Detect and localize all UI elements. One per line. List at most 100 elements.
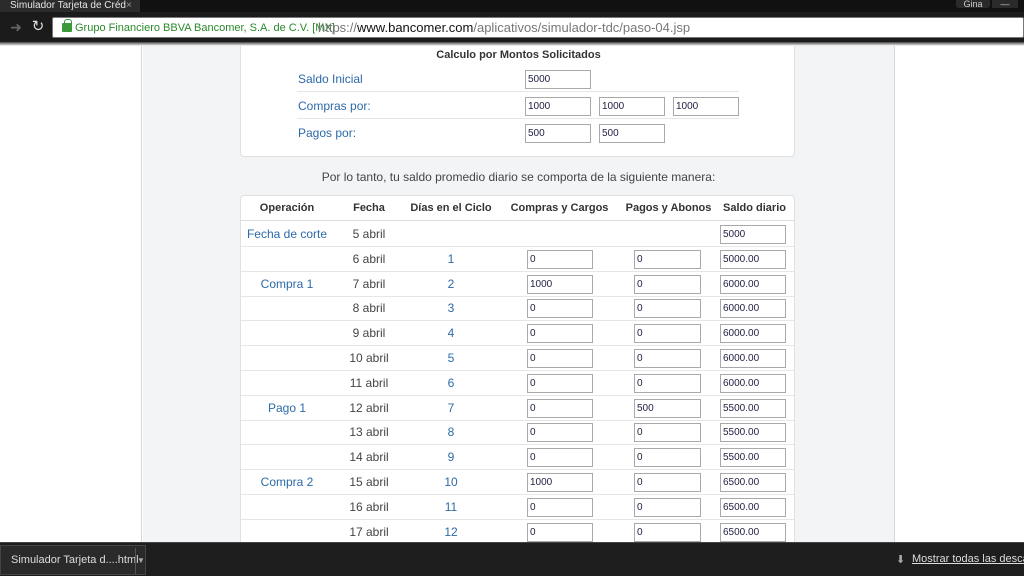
payment-1-input[interactable]: [525, 124, 591, 143]
daily-balance-input[interactable]: [720, 497, 786, 517]
purchases-input[interactable]: [527, 423, 593, 443]
daily-balance-input[interactable]: [720, 522, 786, 542]
daily-balance-table: Operación Fecha Días en el Ciclo Compras…: [240, 195, 795, 542]
purchases-input[interactable]: [527, 398, 593, 418]
cycle-day-cell: 12: [444, 524, 458, 539]
table-row: Fecha de corte 5 abril: [241, 222, 794, 247]
date-cell: 12 abril: [349, 400, 389, 415]
daily-balance-input[interactable]: [720, 448, 786, 468]
date-cell: 7 abril: [352, 276, 386, 291]
purchases-input[interactable]: [527, 373, 593, 393]
operation-cell: [241, 247, 333, 271]
left-margin: [0, 46, 142, 542]
operation-cell: Compra 1: [260, 276, 314, 291]
browser-tab[interactable]: Simulador Tarjeta de Créd: [0, 0, 140, 12]
payments-input[interactable]: [634, 249, 701, 269]
purchase-1-input[interactable]: [525, 97, 591, 116]
purchases-input[interactable]: [527, 497, 593, 517]
date-cell: 16 abril: [349, 499, 389, 514]
purchases-input[interactable]: [527, 473, 593, 492]
date-cell: 9 abril: [352, 326, 386, 341]
daily-balance-input[interactable]: [720, 398, 786, 418]
initial-balance-input[interactable]: [525, 70, 591, 89]
purchases-input[interactable]: [527, 299, 593, 319]
operation-cell: [241, 495, 333, 519]
chevron-down-icon[interactable]: ▼: [135, 548, 146, 574]
daily-balance-input[interactable]: [720, 274, 786, 294]
download-filename: Simulador Tarjeta d....html: [11, 554, 139, 566]
table-row: 13 abril 8: [241, 420, 794, 446]
cycle-day-cell: 4: [447, 326, 455, 341]
purchases-input[interactable]: [527, 249, 593, 269]
payments-input[interactable]: [634, 324, 701, 344]
daily-balance-input[interactable]: [720, 373, 786, 393]
payments-input[interactable]: [634, 497, 701, 517]
payments-input[interactable]: [634, 349, 701, 368]
daily-balance-input[interactable]: [720, 225, 786, 244]
daily-balance-input[interactable]: [720, 349, 786, 368]
user-profile-badge[interactable]: Gina: [956, 0, 990, 9]
right-margin: [894, 46, 1024, 542]
date-cell: 6 abril: [352, 251, 386, 266]
download-item[interactable]: Simulador Tarjeta d....html ▼: [0, 545, 146, 575]
operation-cell: [241, 321, 333, 345]
tab-strip: Simulador Tarjeta de Créd × Gina —: [0, 0, 1024, 12]
purchases-row: Compras por:: [297, 93, 739, 119]
address-bar[interactable]: Grupo Financiero BBVA Bancomer, S.A. de …: [52, 17, 1024, 38]
initial-balance-row: Saldo Inicial: [297, 66, 739, 92]
date-cell: 13 abril: [349, 425, 389, 440]
purchases-input[interactable]: [527, 349, 593, 368]
purchases-input[interactable]: [527, 448, 593, 468]
operation-cell: [241, 445, 333, 469]
cycle-day-cell: 9: [447, 450, 455, 465]
cycle-day-cell: [405, 222, 497, 246]
payments-input[interactable]: [634, 522, 701, 542]
purchases-input[interactable]: [527, 522, 593, 542]
purchase-2-input[interactable]: [599, 97, 665, 116]
payments-input[interactable]: [634, 299, 701, 319]
payments-input[interactable]: [634, 274, 701, 294]
purchases-label: Compras por:: [298, 99, 371, 113]
cycle-day-cell: 3: [447, 301, 455, 316]
back-arrow-icon[interactable]: ➜: [8, 19, 24, 35]
payments-input[interactable]: [634, 448, 701, 468]
daily-balance-input[interactable]: [720, 249, 786, 269]
ev-certificate-badge[interactable]: Grupo Financiero BBVA Bancomer, S.A. de …: [57, 19, 339, 36]
purchases-input[interactable]: [527, 274, 593, 294]
requested-amounts-panel: Calculo por Montos Solicitados Saldo Ini…: [240, 46, 795, 157]
payment-2-input[interactable]: [599, 124, 665, 143]
table-row: 8 abril 3: [241, 296, 794, 322]
purchases-input[interactable]: [527, 324, 593, 344]
url-text[interactable]: https://www.bancomer.com/aplicativos/sim…: [318, 20, 690, 36]
reload-icon[interactable]: ↻: [30, 19, 46, 35]
tab-close-icon[interactable]: ×: [126, 0, 132, 12]
operation-cell: [241, 371, 333, 395]
tab-title: Simulador Tarjeta de Créd: [10, 0, 126, 11]
payments-input[interactable]: [634, 423, 701, 443]
daily-balance-input[interactable]: [720, 324, 786, 344]
table-row: 10 abril 5: [241, 346, 794, 371]
operation-cell: [241, 296, 333, 320]
daily-balance-input[interactable]: [720, 423, 786, 443]
payments-input[interactable]: [634, 398, 701, 418]
summary-text: Por lo tanto, tu saldo promedio diario s…: [321, 170, 716, 184]
table-row: Pago 1 12 abril 7: [241, 396, 794, 421]
daily-balance-input[interactable]: [720, 473, 786, 492]
cycle-day-cell: 5: [447, 351, 455, 365]
payments-input[interactable]: [634, 373, 701, 393]
page-viewport: Calculo por Montos Solicitados Saldo Ini…: [0, 46, 1024, 542]
show-all-downloads-link[interactable]: Mostrar todas las descargas: [912, 553, 1024, 565]
operation-cell: [241, 346, 333, 370]
column-header-fecha: Fecha: [333, 196, 405, 221]
payments-input[interactable]: [634, 473, 701, 492]
date-cell: 15 abril: [349, 475, 389, 489]
url-host: www.bancomer.com: [357, 20, 474, 35]
daily-balance-input[interactable]: [720, 299, 786, 319]
purchase-3-input[interactable]: [673, 97, 739, 116]
cycle-day-cell: 10: [444, 475, 458, 489]
payments-label: Pagos por:: [298, 126, 357, 140]
date-cell: 14 abril: [349, 450, 389, 465]
minimize-icon[interactable]: —: [992, 0, 1018, 9]
date-cell: 17 abril: [349, 524, 389, 539]
ev-certificate-label: Grupo Financiero BBVA Bancomer, S.A. de …: [75, 22, 335, 34]
